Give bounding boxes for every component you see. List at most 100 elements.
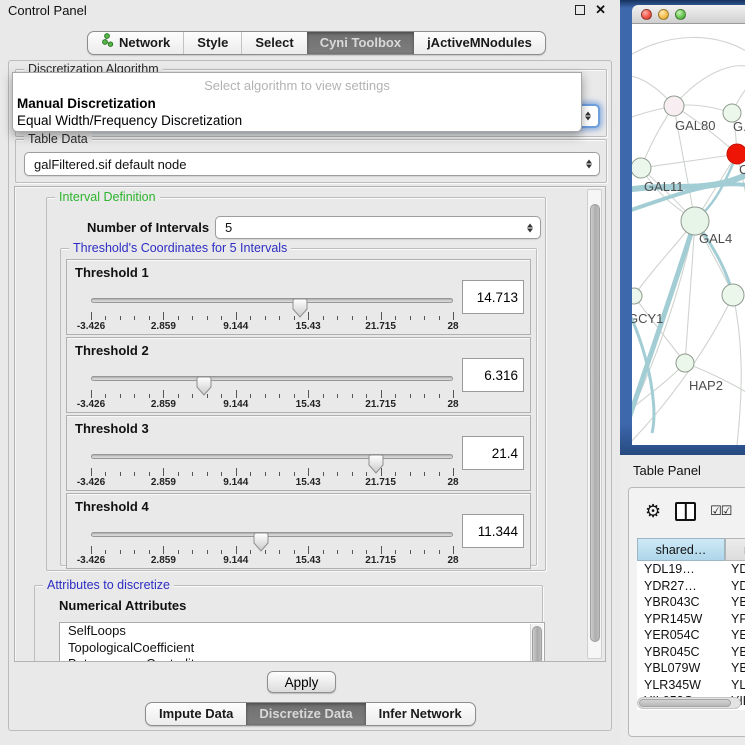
- zoom-window-icon[interactable]: [675, 9, 686, 20]
- slider-ticks: [91, 546, 453, 554]
- slider-ticks: [91, 468, 453, 476]
- node-table-card: ⚙ ☑☑ shared… na YDL19…YDL1YDR27…YDR2YBR0…: [628, 487, 745, 737]
- minimize-window-icon[interactable]: [658, 9, 669, 20]
- slider-tick-labels: -3.4262.8599.14415.4321.71528: [91, 477, 453, 489]
- threshold-label: Threshold 2: [75, 343, 149, 358]
- slider-track[interactable]: [91, 298, 453, 303]
- tab-style[interactable]: Style: [183, 32, 241, 54]
- control-panel: Control Panel ✕ Network StyleSelectCyni T…: [0, 0, 620, 745]
- threshold-value-field[interactable]: [462, 280, 524, 314]
- table-toolbar: ⚙ ☑☑: [629, 488, 745, 534]
- threshold-slider[interactable]: -3.4262.8599.14415.4321.71528: [91, 524, 453, 568]
- combo-arrows-icon: [527, 223, 533, 232]
- slider-ticks: [91, 312, 453, 320]
- threshold-value-field[interactable]: [462, 514, 524, 548]
- network-node-label: HAP2: [689, 378, 723, 393]
- network-icon: [101, 32, 114, 54]
- slider-track[interactable]: [91, 376, 453, 381]
- network-node[interactable]: [632, 158, 651, 178]
- network-node[interactable]: [664, 96, 684, 116]
- checkboxes-icon[interactable]: ☑☑: [710, 503, 731, 519]
- table-data-combobox[interactable]: galFiltered.sif default node: [24, 152, 600, 176]
- numerical-attributes-heading: Numerical Attributes: [59, 598, 186, 613]
- table-row[interactable]: YBR043CYBR0: [637, 594, 745, 611]
- cell-name: YPR1: [725, 611, 745, 628]
- tab-discretize-data[interactable]: Discretize Data: [246, 703, 365, 725]
- close-window-icon[interactable]: [641, 9, 652, 20]
- cell-shared-name: YPR145W: [637, 611, 725, 628]
- settings-scroll-panel: Interval Definition Number of Intervals …: [14, 186, 606, 662]
- network-node[interactable]: [632, 288, 642, 304]
- cell-name: YER0: [725, 627, 745, 644]
- threshold-3-panel: Threshold 3 -3.4262.8599.14415.4321.71528: [66, 415, 531, 491]
- threshold-label: Threshold 4: [75, 499, 149, 514]
- attributes-list-scrollbar[interactable]: [530, 624, 543, 662]
- table-row[interactable]: YDL19…YDL1: [637, 561, 745, 578]
- column-header-shared-name[interactable]: shared…: [637, 538, 725, 561]
- tab-jactivemnodules[interactable]: jActiveMNodules: [414, 32, 545, 54]
- cell-name: YBR0: [725, 644, 745, 661]
- cell-shared-name: YBR045C: [637, 644, 725, 661]
- tab-label: Discretize Data: [259, 703, 352, 725]
- table-row[interactable]: YBR045CYBR0: [637, 644, 745, 661]
- cell-shared-name: YLR345W: [637, 677, 725, 694]
- slider-track[interactable]: [91, 454, 453, 459]
- cell-shared-name: YBR043C: [637, 594, 725, 611]
- network-node[interactable]: [676, 354, 694, 372]
- attributes-group-title: Attributes to discretize: [43, 578, 174, 592]
- threshold-value-field[interactable]: [462, 358, 524, 392]
- slider-tick-labels: -3.4262.8599.14415.4321.71528: [91, 321, 453, 333]
- attribute-list-item[interactable]: BetweennessCentrality: [60, 656, 544, 662]
- close-panel-icon[interactable]: ✕: [595, 4, 606, 16]
- table-row[interactable]: YER054CYER0: [637, 627, 745, 644]
- tab-impute-data[interactable]: Impute Data: [146, 703, 246, 725]
- algorithm-option-equal-width[interactable]: Equal Width/Frequency Discretization: [13, 112, 581, 129]
- tab-infer-network[interactable]: Infer Network: [366, 703, 475, 725]
- threshold-label: Threshold 3: [75, 421, 149, 436]
- attribute-list-item[interactable]: SelfLoops: [60, 623, 544, 640]
- algorithm-option-manual[interactable]: Manual Discretization: [13, 95, 581, 112]
- number-of-intervals-combobox[interactable]: 5: [215, 216, 541, 239]
- cell-shared-name: YDR27…: [637, 578, 725, 595]
- attribute-list-item[interactable]: TopologicalCoefficient: [60, 640, 544, 657]
- table-horizontal-scrollbar[interactable]: [637, 697, 741, 709]
- cell-name: YLR3: [725, 677, 745, 694]
- combo-arrows-icon: [585, 112, 591, 121]
- slider-track[interactable]: [91, 532, 453, 537]
- threshold-coordinates-title: Threshold's Coordinates for 5 Intervals: [69, 241, 291, 255]
- network-node[interactable]: [727, 144, 745, 164]
- control-panel-title: Control Panel: [8, 3, 87, 18]
- interval-definition-title: Interval Definition: [55, 190, 160, 204]
- tab-label: Network: [119, 32, 170, 54]
- algorithm-placeholder-option[interactable]: Select algorithm to view settings: [13, 73, 581, 95]
- cell-name: YBL0: [725, 660, 745, 677]
- gear-icon[interactable]: ⚙: [645, 502, 661, 520]
- apply-button[interactable]: Apply: [267, 671, 336, 693]
- top-tab-bar: Network StyleSelectCyni ToolboxjActiveMNo…: [87, 31, 546, 55]
- table-data-value: galFiltered.sif default node: [34, 157, 186, 172]
- split-columns-icon[interactable]: [675, 502, 696, 521]
- table-row[interactable]: YPR145WYPR1: [637, 611, 745, 628]
- numerical-attributes-list[interactable]: SelfLoopsTopologicalCoefficientBetweenne…: [59, 622, 545, 662]
- tab-select[interactable]: Select: [241, 32, 306, 54]
- float-panel-icon[interactable]: [575, 5, 585, 15]
- table-row[interactable]: YDR27…YDR2: [637, 578, 745, 595]
- table-panel: Table Panel ⚙ ☑☑ shared… na YDL19…YDL1YD…: [620, 455, 745, 745]
- table-row[interactable]: YLR345WYLR3: [637, 677, 745, 694]
- threshold-value-field[interactable]: [462, 436, 524, 470]
- tab-network[interactable]: Network: [88, 32, 183, 54]
- threshold-2-panel: Threshold 2 -3.4262.8599.14415.4321.71528: [66, 337, 531, 413]
- threshold-slider[interactable]: -3.4262.8599.14415.4321.71528: [91, 446, 453, 490]
- threshold-slider[interactable]: -3.4262.8599.14415.4321.71528: [91, 290, 453, 334]
- table-row[interactable]: YBL079WYBL0: [637, 660, 745, 677]
- network-node[interactable]: [722, 284, 744, 306]
- network-node-label: C: [739, 162, 745, 177]
- threshold-label: Threshold 1: [75, 265, 149, 280]
- table-data-group: Table Data galFiltered.sif default node: [15, 139, 607, 183]
- tab-cyni-toolbox[interactable]: Cyni Toolbox: [307, 32, 414, 54]
- threshold-slider[interactable]: -3.4262.8599.14415.4321.71528: [91, 368, 453, 412]
- interval-definition-group: Interval Definition Number of Intervals …: [46, 197, 546, 571]
- network-canvas[interactable]: GAL80G.CGAL11GAL4GCY1HHAP2: [632, 24, 745, 445]
- settings-vertical-scrollbar[interactable]: [587, 189, 602, 659]
- column-header-name[interactable]: na: [725, 538, 745, 561]
